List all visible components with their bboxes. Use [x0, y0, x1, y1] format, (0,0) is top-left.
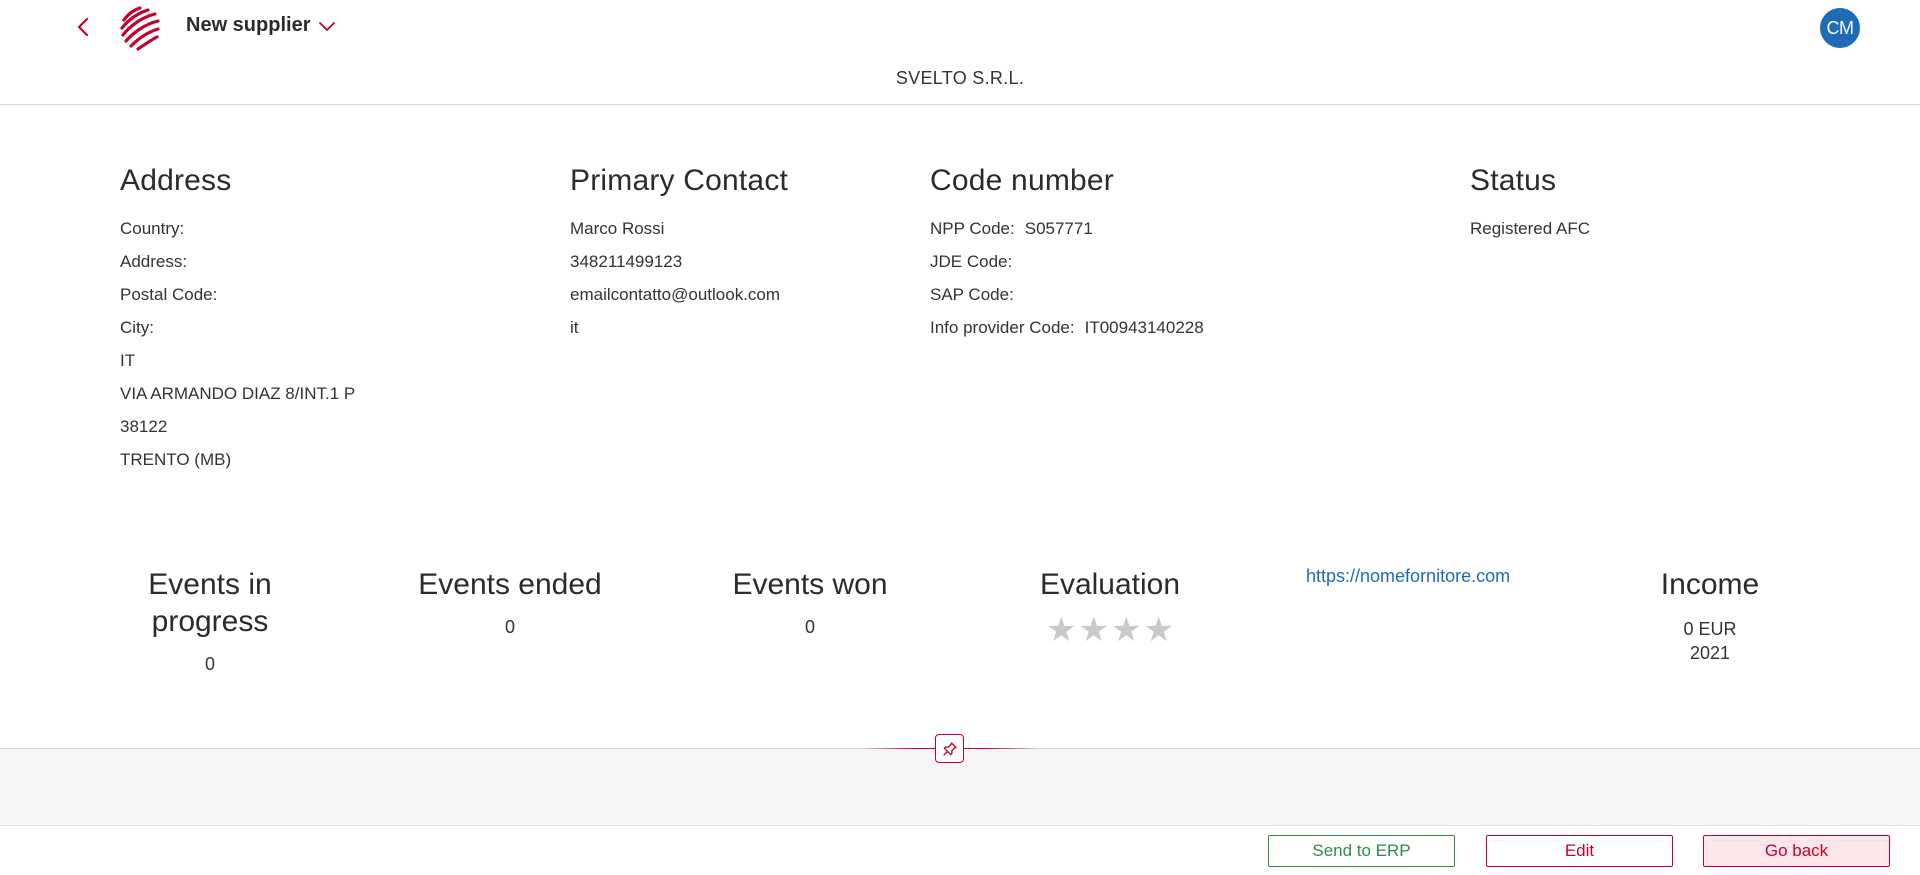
- star-icon: ★: [1046, 611, 1077, 649]
- go-back-button[interactable]: Go back: [1703, 835, 1890, 867]
- events-won-title: Events won: [732, 568, 888, 601]
- events-in-progress-stat: Events in progress 0: [130, 566, 290, 676]
- primary-contact-heading: Primary Contact: [570, 164, 789, 197]
- address-heading: Address: [120, 164, 232, 197]
- chevron-left-icon: [77, 17, 89, 37]
- address-line: VIA ARMANDO DIAZ 8/INT.1 P: [120, 384, 356, 403]
- code-number-section: Code number NPP Code: S057771 JDE Code: S…: [930, 164, 1204, 344]
- page-title-dropdown[interactable]: New supplier: [186, 14, 336, 37]
- sap-code-label: SAP Code:: [930, 285, 1014, 304]
- page-header: New supplier CM SVELTO S.R.L.: [0, 0, 1920, 105]
- status-section: Status Registered AFC: [1470, 164, 1590, 245]
- address-line: Postal Code:: [120, 285, 218, 304]
- npp-code-row: NPP Code: S057771: [930, 212, 1204, 245]
- info-provider-code-value: IT00943140228: [1084, 318, 1204, 337]
- user-avatar[interactable]: CM: [1820, 8, 1860, 48]
- star-icon: ★: [1111, 611, 1142, 649]
- contact-email: emailcontatto@outlook.com: [570, 285, 781, 304]
- address-line: IT: [120, 351, 136, 370]
- send-to-erp-button[interactable]: Send to ERP: [1268, 835, 1455, 867]
- npp-code-label: NPP Code:: [930, 219, 1015, 238]
- contact-phone: 348211499123: [570, 252, 683, 271]
- events-in-progress-value: 0: [204, 654, 215, 674]
- address-line: 38122: [120, 417, 168, 436]
- evaluation-rating: ★ ★ ★ ★: [1010, 613, 1210, 647]
- jde-code-row: JDE Code:: [930, 245, 1204, 278]
- events-ended-stat: Events ended 0: [400, 566, 620, 639]
- events-in-progress-title: Events in progress: [148, 568, 272, 638]
- company-name: SVELTO S.R.L.: [895, 68, 1025, 88]
- primary-contact-section: Primary Contact Marco Rossi 348211499123…: [570, 164, 788, 344]
- income-value: 0 EUR 2021: [1630, 617, 1790, 665]
- company-logo: [118, 4, 162, 52]
- chevron-down-icon: [319, 21, 336, 31]
- contact-language: it: [570, 318, 579, 337]
- events-won-stat: Events won 0: [700, 566, 920, 639]
- income-amount: 0 EUR: [1683, 619, 1737, 639]
- status-value: Registered AFC: [1470, 219, 1590, 238]
- evaluation-stat: Evaluation ★ ★ ★ ★: [1010, 566, 1210, 647]
- address-section: Address Country: Address: Postal Code: C…: [120, 164, 355, 476]
- status-heading: Status: [1470, 164, 1557, 197]
- income-title: Income: [1660, 568, 1760, 601]
- supplier-website-link[interactable]: https://nomefornitore.com: [1306, 566, 1510, 587]
- back-button[interactable]: [70, 12, 96, 42]
- jde-code-label: JDE Code:: [930, 252, 1013, 271]
- address-line: City:: [120, 318, 154, 337]
- events-ended-value: 0: [504, 617, 515, 637]
- info-provider-code-row: Info provider Code: IT00943140228: [930, 311, 1204, 344]
- info-provider-code-label: Info provider Code:: [930, 318, 1075, 337]
- address-line: Address:: [120, 252, 188, 271]
- address-line: Country:: [120, 219, 185, 238]
- income-stat: Income 0 EUR 2021: [1630, 566, 1790, 665]
- address-line: TRENTO (MB): [120, 450, 232, 469]
- star-icon: ★: [1143, 611, 1174, 649]
- income-year: 2021: [1689, 643, 1731, 663]
- star-icon: ★: [1078, 611, 1109, 649]
- code-number-heading: Code number: [930, 164, 1114, 197]
- page-title: New supplier: [186, 14, 311, 36]
- pin-icon: [942, 741, 957, 756]
- contact-name: Marco Rossi: [570, 219, 665, 238]
- pin-button[interactable]: [935, 734, 964, 763]
- npp-code-value: S057771: [1024, 219, 1093, 238]
- events-won-value: 0: [804, 617, 815, 637]
- evaluation-title: Evaluation: [1039, 568, 1181, 601]
- events-ended-title: Events ended: [418, 568, 602, 601]
- sap-code-row: SAP Code:: [930, 278, 1204, 311]
- edit-button[interactable]: Edit: [1486, 835, 1673, 867]
